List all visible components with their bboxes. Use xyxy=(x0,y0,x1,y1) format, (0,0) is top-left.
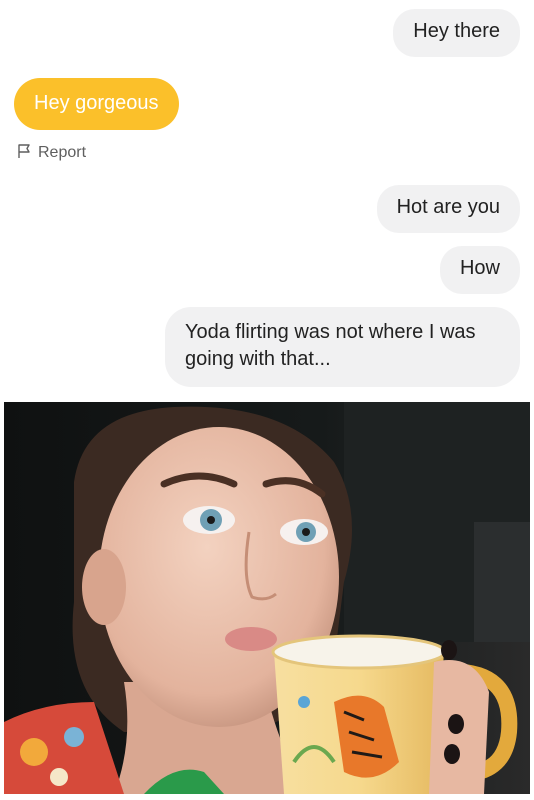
shared-photo[interactable] xyxy=(4,402,530,794)
message-bubble-outgoing[interactable]: Hey there xyxy=(393,9,520,57)
flag-icon xyxy=(16,143,38,164)
report-label: Report xyxy=(38,144,87,161)
message-bubble-incoming[interactable]: Hey gorgeous xyxy=(14,78,179,130)
message-bubble-outgoing[interactable]: Hot are you xyxy=(376,185,520,233)
message-bubble-outgoing[interactable]: How xyxy=(439,246,520,294)
message-bubble-outgoing[interactable]: Yoda flirting was not where I was going … xyxy=(165,307,520,387)
report-button[interactable]: Report xyxy=(16,143,86,163)
chat-thread: Hey there Hey gorgeous Report Hot are yo… xyxy=(0,0,534,400)
